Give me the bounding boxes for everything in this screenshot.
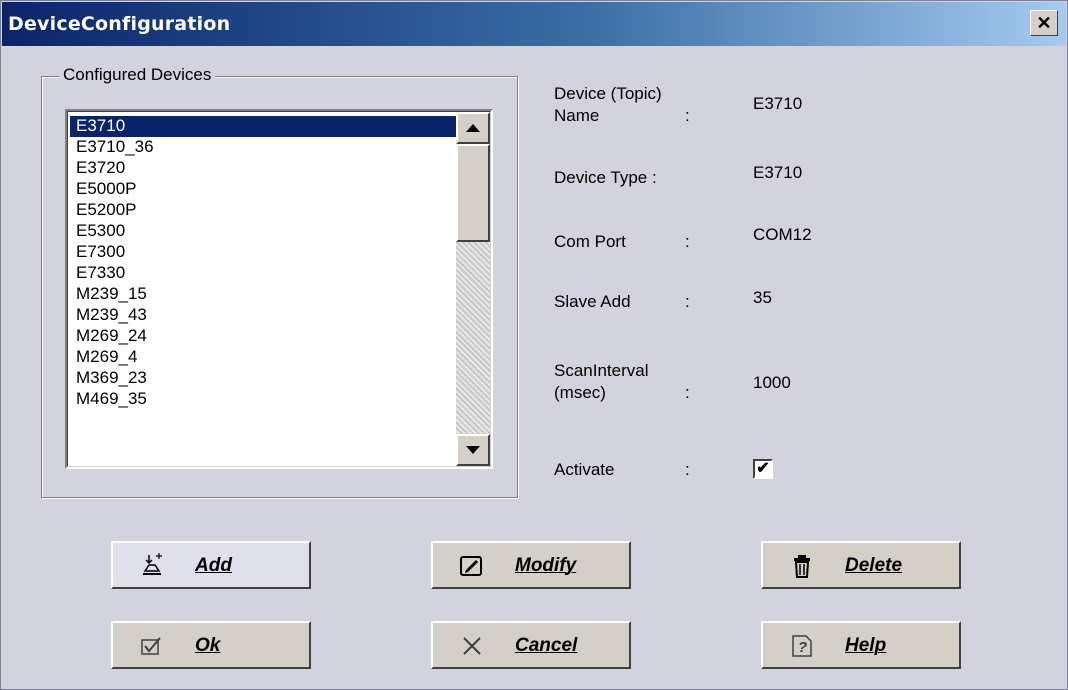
add-button[interactable]: Add <box>111 541 311 589</box>
svg-text:?: ? <box>798 639 807 656</box>
configured-devices-label: Configured Devices <box>59 65 216 85</box>
add-button-label: Add <box>195 555 232 576</box>
scan-interval-value: 1000 <box>753 373 791 392</box>
list-item[interactable]: E7300 <box>70 242 456 263</box>
device-configuration-dialog: DeviceConfiguration ✕ Configured Devices… <box>0 0 1068 690</box>
scan-interval-colon: : <box>685 383 690 402</box>
help-button[interactable]: ? Help <box>761 621 961 669</box>
slave-add-value: 35 <box>753 288 772 307</box>
scroll-up-arrow-icon <box>466 124 480 132</box>
slave-add-label: Slave Add <box>554 292 631 311</box>
delete-button[interactable]: Delete <box>761 541 961 589</box>
device-name-label-line2: Name <box>554 106 600 125</box>
ok-button[interactable]: Ok <box>111 621 311 669</box>
add-device-icon <box>139 553 165 579</box>
scan-interval-label-line1: ScanInterval <box>554 361 649 380</box>
edit-icon <box>459 553 485 579</box>
x-icon <box>459 633 485 659</box>
com-port-label: Com Port <box>554 232 626 251</box>
scroll-down-button[interactable] <box>456 434 490 466</box>
list-item[interactable]: E3720 <box>70 158 456 179</box>
device-type-label: Device Type : <box>554 168 657 187</box>
cancel-button[interactable]: Cancel <box>431 621 631 669</box>
com-port-colon: : <box>685 232 690 251</box>
list-item[interactable]: M369_23 <box>70 368 456 389</box>
device-name-colon: : <box>685 106 690 125</box>
list-item[interactable]: M239_43 <box>70 305 456 326</box>
list-item[interactable]: E5200P <box>70 200 456 221</box>
check-mark-icon: ✔ <box>756 460 770 477</box>
scroll-down-arrow-icon <box>466 446 480 454</box>
list-item[interactable]: E7330 <box>70 263 456 284</box>
ok-button-label: Ok <box>195 635 221 656</box>
list-item[interactable]: E5000P <box>70 179 456 200</box>
activate-checkbox[interactable]: ✔ <box>753 459 773 479</box>
title-bar[interactable]: DeviceConfiguration ✕ <box>2 2 1066 46</box>
close-icon: ✕ <box>1036 13 1052 33</box>
help-icon: ? <box>789 633 815 659</box>
com-port-value: COM12 <box>753 225 812 244</box>
list-item[interactable]: E5300 <box>70 221 456 242</box>
cancel-button-label: Cancel <box>515 635 578 656</box>
list-item[interactable]: M239_15 <box>70 284 456 305</box>
activate-label: Activate <box>554 460 615 479</box>
list-item[interactable]: M269_4 <box>70 347 456 368</box>
window-title: DeviceConfiguration <box>8 13 231 35</box>
list-item[interactable]: M469_35 <box>70 389 456 410</box>
list-item[interactable]: E3710 <box>70 116 456 137</box>
device-list: E3710 E3710_36 E3720 E5000P E5200P E5300 E7300… <box>70 116 456 410</box>
list-item[interactable]: M269_24 <box>70 326 456 347</box>
modify-button-label: Modify <box>515 555 577 576</box>
scroll-thumb[interactable] <box>456 144 490 242</box>
device-name-value: E3710 <box>753 94 803 113</box>
device-name-label-line1: Device (Topic) <box>554 84 662 103</box>
modify-button[interactable]: Modify <box>431 541 631 589</box>
close-button[interactable]: ✕ <box>1030 10 1058 36</box>
activate-colon: : <box>685 460 690 479</box>
list-item[interactable]: E3710_36 <box>70 137 456 158</box>
trash-icon <box>789 553 815 579</box>
slave-add-colon: : <box>685 292 690 311</box>
scroll-up-button[interactable] <box>456 112 490 144</box>
check-box-icon <box>139 633 165 659</box>
scan-interval-label-line2: (msec) <box>554 383 606 402</box>
device-list-scrollbar[interactable] <box>456 112 490 466</box>
help-button-label: Help <box>845 635 887 656</box>
device-type-value: E3710 <box>753 163 803 182</box>
delete-button-label: Delete <box>845 555 903 576</box>
device-listbox[interactable]: E3710 E3710_36 E3720 E5000P E5200P E5300 E7300… <box>65 109 493 469</box>
